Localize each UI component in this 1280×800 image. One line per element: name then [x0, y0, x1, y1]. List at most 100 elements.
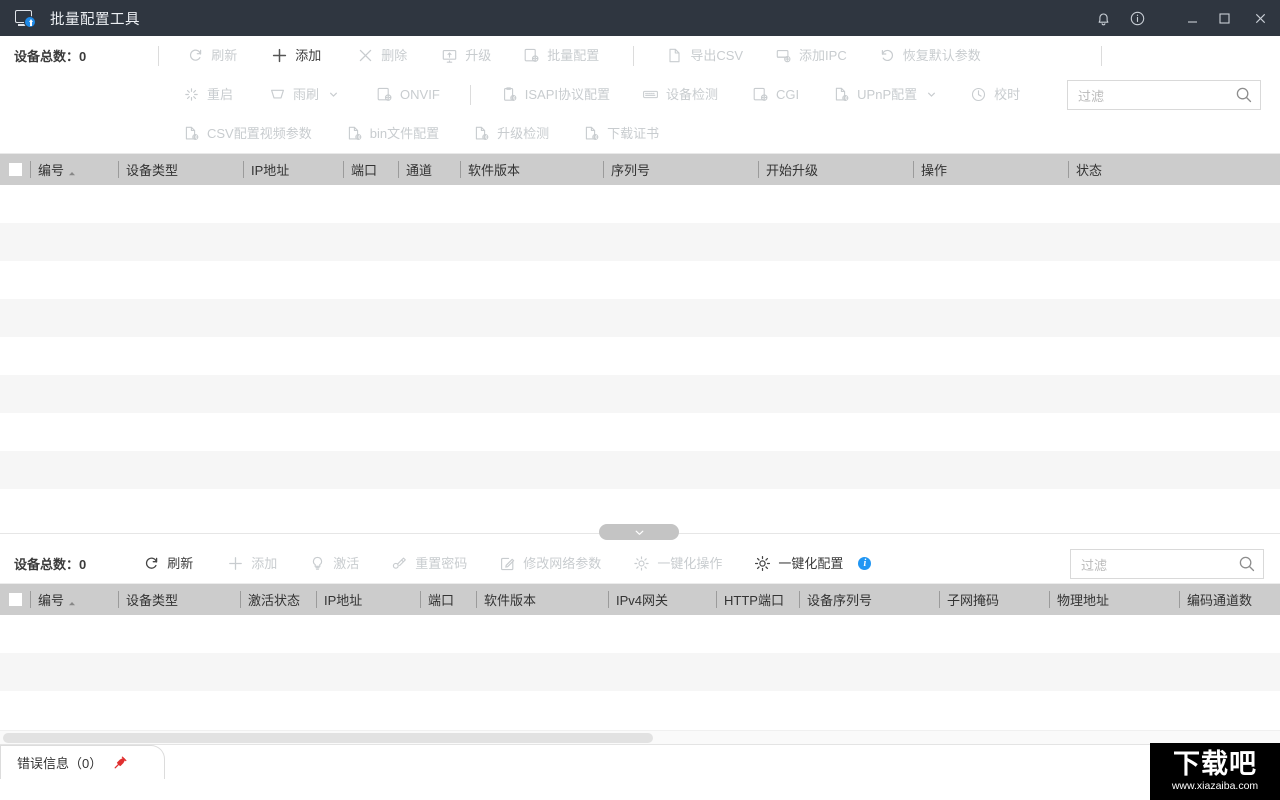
table-row[interactable]	[0, 337, 1280, 375]
info-circle-icon[interactable]	[1120, 0, 1154, 36]
column-label: 操作	[921, 163, 948, 178]
chevron-down-icon[interactable]	[329, 90, 338, 99]
chevron-down-icon[interactable]	[927, 90, 936, 99]
upper-col-serial[interactable]: 序列号	[603, 154, 758, 185]
upper-select-all-checkbox[interactable]	[0, 163, 30, 176]
lower-one-key-operation-button[interactable]: 一键化操作	[631, 551, 724, 576]
upper-wiper-button[interactable]: 雨刷	[267, 82, 340, 107]
upper-export-csv-button[interactable]: 导出CSV	[664, 43, 745, 68]
upper-col-channel[interactable]: 通道	[398, 154, 460, 185]
lower-col-encode-channels[interactable]: 编码通道数	[1179, 584, 1280, 615]
lower-col-device-type[interactable]: 设备类型	[118, 584, 240, 615]
upper-col-device-type[interactable]: 设备类型	[118, 154, 243, 185]
lower-col-ip[interactable]: IP地址	[316, 584, 420, 615]
lower-col-id[interactable]: 编号	[30, 584, 118, 615]
lower-filter-input[interactable]: 过滤	[1081, 555, 1237, 574]
upper-col-id[interactable]: 编号	[30, 154, 118, 185]
table-row[interactable]	[0, 691, 1280, 729]
lower-toolbar-label: 修改网络参数	[523, 556, 602, 571]
column-label: IP地址	[251, 163, 290, 178]
upper-download-cert-button[interactable]: 下载证书	[581, 121, 661, 146]
lower-refresh-button[interactable]: 刷新	[141, 551, 195, 576]
lower-reset-password-button[interactable]: 重置密码	[389, 551, 469, 576]
lower-col-software-version[interactable]: 软件版本	[476, 584, 608, 615]
info-badge-icon[interactable]: i	[858, 557, 872, 570]
lower-add-button[interactable]: 添加	[225, 551, 279, 576]
collapse-toggle-button[interactable]	[599, 524, 679, 540]
upper-upgrade-check-button[interactable]: 升级检测	[471, 121, 551, 146]
upper-filter-box[interactable]: 过滤	[1067, 80, 1261, 110]
lower-col-activate-status[interactable]: 激活状态	[240, 584, 316, 615]
upper-csv-video-button[interactable]: CSV配置视频参数	[181, 121, 314, 146]
upper-bin-file-button[interactable]: bin文件配置	[344, 121, 441, 146]
pin-icon[interactable]	[112, 755, 128, 771]
upper-reboot-button[interactable]: 重启	[181, 82, 235, 107]
scrollbar-thumb[interactable]	[3, 733, 653, 743]
lower-col-port[interactable]: 端口	[420, 584, 476, 615]
upper-col-operation[interactable]: 操作	[913, 154, 1068, 185]
table-row[interactable]	[0, 185, 1280, 223]
onvif-icon	[376, 86, 393, 103]
upper-col-start-upgrade[interactable]: 开始升级	[758, 154, 913, 185]
lower-col-subnet-mask[interactable]: 子网掩码	[939, 584, 1049, 615]
upper-batch-config-button[interactable]: 批量配置	[521, 43, 601, 68]
upper-col-port[interactable]: 端口	[343, 154, 398, 185]
upper-onvif-button[interactable]: ONVIF	[374, 82, 442, 107]
upper-cgi-button[interactable]: CGI	[750, 82, 801, 107]
error-info-tab[interactable]: 错误信息（0）	[0, 745, 165, 779]
search-icon[interactable]	[1237, 554, 1257, 574]
download-cert-icon	[583, 125, 600, 142]
upper-restore-default-button[interactable]: 恢复默认参数	[877, 43, 983, 68]
lower-one-key-config-button[interactable]: 一键化配置 i	[752, 551, 873, 576]
lower-col-http-port[interactable]: HTTP端口	[716, 584, 799, 615]
maximize-icon[interactable]	[1208, 0, 1240, 36]
lower-col-device-serial[interactable]: 设备序列号	[799, 584, 939, 615]
upper-add-ipc-button[interactable]: 添加IPC	[773, 43, 849, 68]
upper-time-sync-button[interactable]: 校时	[968, 82, 1022, 107]
table-row[interactable]	[0, 615, 1280, 653]
table-row[interactable]	[0, 653, 1280, 691]
lower-filter-box[interactable]: 过滤	[1070, 549, 1264, 579]
upper-upgrade-button[interactable]: 升级	[439, 43, 493, 68]
close-icon[interactable]	[1240, 0, 1280, 36]
table-row[interactable]	[0, 375, 1280, 413]
upper-col-status[interactable]: 状态	[1068, 154, 1268, 185]
sort-asc-icon	[68, 166, 76, 175]
lower-col-ipv4-gateway[interactable]: IPv4网关	[608, 584, 716, 615]
restore-default-icon	[879, 47, 896, 64]
table-row[interactable]	[0, 489, 1280, 524]
table-row[interactable]	[0, 223, 1280, 261]
upper-table-header: 编号 设备类型 IP地址 端口 通道 软件版本 序列号 开始升级 操作 状态	[0, 154, 1280, 185]
lower-table-body[interactable]	[0, 615, 1280, 730]
search-icon[interactable]	[1234, 85, 1254, 105]
divider	[1100, 45, 1102, 66]
lower-edit-network-button[interactable]: 修改网络参数	[497, 551, 603, 576]
edit-network-icon	[499, 555, 516, 572]
upper-delete-button[interactable]: 删除	[355, 43, 409, 68]
lower-select-all-checkbox[interactable]	[0, 593, 30, 606]
upper-isapi-button[interactable]: ISAPI协议配置	[499, 82, 612, 107]
table-row[interactable]	[0, 299, 1280, 337]
lower-col-mac-address[interactable]: 物理地址	[1049, 584, 1179, 615]
sort-asc-icon	[68, 596, 76, 605]
upper-table-body[interactable]	[0, 185, 1280, 524]
upper-upnp-button[interactable]: UPnP配置	[831, 82, 938, 107]
minimize-icon[interactable]	[1176, 0, 1208, 36]
upper-refresh-button[interactable]: 刷新	[185, 43, 239, 68]
plus-icon	[227, 555, 244, 572]
upper-filter-input[interactable]: 过滤	[1078, 86, 1234, 105]
upper-toolbar-row-1: 设备总数：0 刷新 添加 删除 升级 批量配置 导出CSV 添加IPC 恢复默认…	[0, 36, 1280, 75]
upper-toolbar: 设备总数：0 刷新 添加 删除 升级 批量配置 导出CSV 添加IPC 恢复默认…	[0, 36, 1280, 154]
upper-device-detect-button[interactable]: 设备检测	[640, 82, 720, 107]
upper-add-button[interactable]: 添加	[269, 43, 323, 68]
table-row[interactable]	[0, 261, 1280, 299]
table-row[interactable]	[0, 451, 1280, 489]
column-label: 状态	[1076, 163, 1103, 178]
upper-col-ip[interactable]: IP地址	[243, 154, 343, 185]
lower-activate-button[interactable]: 激活	[307, 551, 361, 576]
bell-icon[interactable]	[1086, 0, 1120, 36]
lower-table-hscrollbar[interactable]	[0, 730, 1280, 744]
reset-password-icon	[391, 555, 408, 572]
table-row[interactable]	[0, 413, 1280, 451]
upper-col-software-version[interactable]: 软件版本	[460, 154, 603, 185]
